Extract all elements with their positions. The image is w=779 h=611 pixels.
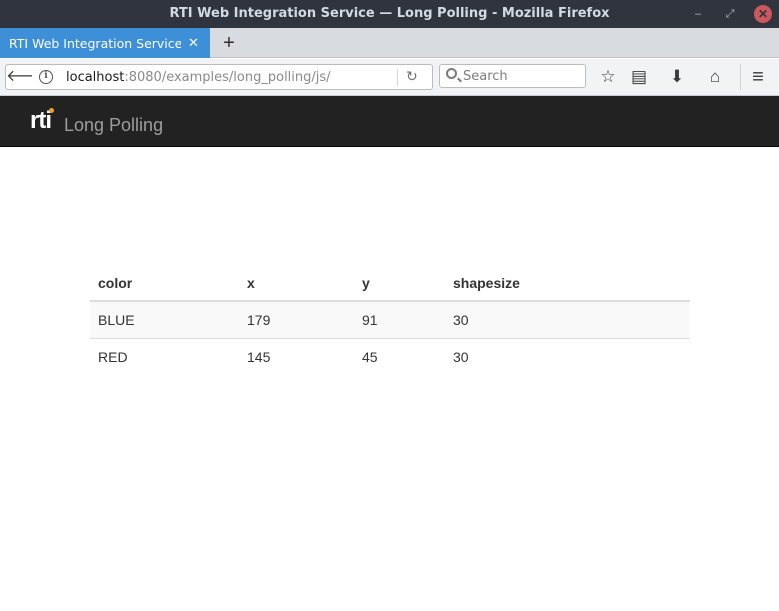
window-titlebar: RTI Web Integration Service — Long Polli… bbox=[0, 0, 779, 28]
reading-list-icon[interactable]: ▤ bbox=[629, 67, 649, 87]
cell-x: 179 bbox=[239, 301, 354, 338]
search-icon bbox=[446, 68, 457, 79]
tab-close-icon[interactable]: ✕ bbox=[188, 35, 199, 51]
minimize-icon[interactable]: – bbox=[690, 6, 706, 22]
cell-shapesize: 30 bbox=[445, 337, 690, 375]
cell-y: 45 bbox=[354, 337, 445, 375]
maximize-icon[interactable]: ⤢ bbox=[722, 6, 738, 22]
url-host: localhost bbox=[66, 70, 125, 85]
cell-y: 91 bbox=[354, 301, 445, 338]
rti-logo[interactable]: rti bbox=[30, 107, 52, 135]
toolbar-separator bbox=[740, 64, 741, 90]
site-info-icon[interactable]: i bbox=[39, 70, 53, 84]
home-icon[interactable]: ⌂ bbox=[705, 67, 725, 87]
page-navbar: rti Long Polling bbox=[0, 96, 779, 147]
tab-label: RTI Web Integration Service — Long Polli… bbox=[9, 36, 181, 51]
page-title[interactable]: Long Polling bbox=[64, 115, 163, 136]
back-button[interactable]: 🡐 bbox=[5, 64, 49, 90]
url-bar[interactable]: i localhost:8080/examples/long_polling/j… bbox=[32, 64, 433, 90]
url-path: :8080/examples/long_polling/js/ bbox=[124, 70, 331, 85]
tab-long-polling[interactable]: RTI Web Integration Service — Long Polli… bbox=[0, 28, 210, 58]
shapes-table: color x y shapesize BLUE 179 91 30 RED 1… bbox=[90, 265, 690, 375]
new-tab-button[interactable]: + bbox=[219, 31, 239, 55]
cell-shapesize: 30 bbox=[445, 301, 690, 338]
table-row: RED 145 45 30 bbox=[90, 337, 690, 375]
logo-dot bbox=[49, 108, 54, 113]
column-header-y: y bbox=[354, 265, 445, 302]
url-text[interactable]: localhost:8080/examples/long_polling/js/ bbox=[66, 70, 331, 85]
navigation-toolbar: 🡐 i localhost:8080/examples/long_polling… bbox=[0, 59, 779, 96]
menu-icon[interactable]: ≡ bbox=[748, 67, 768, 87]
search-box[interactable] bbox=[439, 64, 586, 88]
column-header-color: color bbox=[90, 265, 239, 302]
tab-strip: RTI Web Integration Service — Long Polli… bbox=[0, 28, 779, 58]
downloads-icon[interactable]: ⬇ bbox=[667, 67, 687, 87]
url-separator bbox=[397, 69, 398, 86]
window-title: RTI Web Integration Service — Long Polli… bbox=[169, 6, 610, 21]
table-header-row: color x y shapesize bbox=[90, 265, 690, 302]
window-close-icon[interactable]: ✕ bbox=[754, 5, 772, 23]
column-header-shapesize: shapesize bbox=[445, 265, 690, 302]
cell-color: BLUE bbox=[90, 301, 239, 338]
cell-color: RED bbox=[90, 337, 239, 375]
column-header-x: x bbox=[239, 265, 354, 302]
table-row: BLUE 179 91 30 bbox=[90, 301, 690, 338]
cell-x: 145 bbox=[239, 337, 354, 375]
reload-icon[interactable]: ↻ bbox=[406, 68, 418, 85]
search-input[interactable] bbox=[463, 68, 581, 84]
bookmark-star-icon[interactable]: ☆ bbox=[598, 67, 618, 87]
